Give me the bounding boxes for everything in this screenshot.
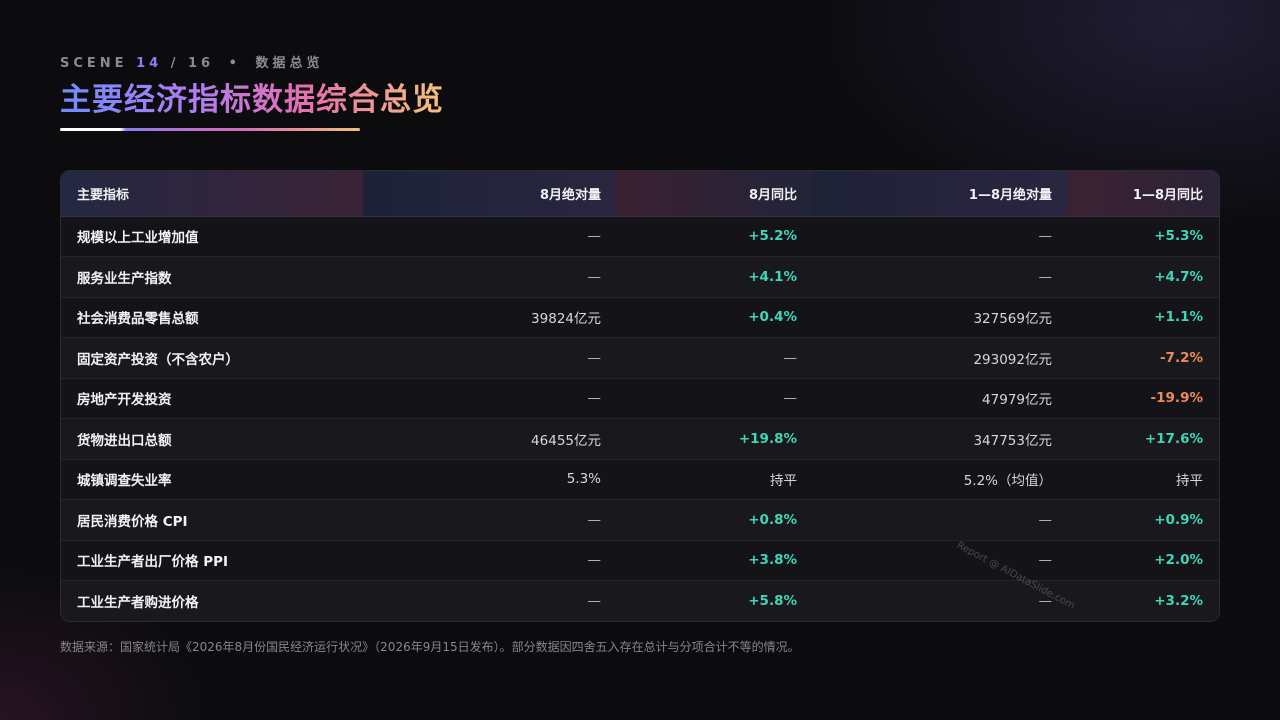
ytd-absolute-cell: 5.2%（均值） — [813, 459, 1068, 500]
indicator-name: 工业生产者出厂价格 PPI — [61, 540, 363, 581]
scene-current: 14 — [136, 56, 163, 71]
title-underline — [60, 128, 360, 131]
page-title: 主要经济指标数据综合总览 — [60, 74, 444, 119]
aug-absolute-cell: — — [363, 580, 617, 621]
aug-absolute-cell: — — [363, 378, 617, 419]
indicator-name: 工业生产者购进价格 — [61, 580, 363, 621]
aug-yoy-cell: 持平 — [617, 459, 813, 500]
aug-yoy-cell: +3.8% — [617, 540, 813, 581]
aug-absolute-cell: — — [363, 540, 617, 581]
table-row: 规模以上工业增加值 — +5.2% — +5.3% — [61, 216, 1219, 257]
data-source-note: 数据来源：国家统计局《2026年8月份国民经济运行状况》（2026年9月15日发… — [60, 640, 800, 654]
ytd-yoy-cell: -7.2% — [1068, 337, 1219, 379]
scene-label: SCENE — [60, 56, 128, 71]
indicator-name: 规模以上工业增加值 — [61, 216, 363, 257]
column-header-ytd-yoy: 1—8月同比 — [1068, 171, 1219, 217]
ytd-absolute-cell: — — [813, 499, 1068, 541]
table-row: 居民消费价格 CPI — +0.8% — +0.9% — [61, 499, 1219, 541]
ytd-absolute-cell: — — [813, 540, 1068, 581]
indicator-table: 主要指标 8月绝对量 8月同比 1—8月绝对量 1—8月同比 规模以上工业增加值… — [61, 171, 1219, 621]
indicator-name: 服务业生产指数 — [61, 256, 363, 298]
ytd-yoy-cell: +0.9% — [1068, 499, 1219, 541]
column-header-indicator: 主要指标 — [61, 171, 363, 217]
bullet-dot-icon: • — [228, 56, 241, 71]
scene-separator: / — [170, 56, 180, 71]
table-row: 房地产开发投资 — — 47979亿元 -19.9% — [61, 378, 1219, 419]
table-row: 城镇调查失业率 5.3% 持平 5.2%（均值） 持平 — [61, 459, 1219, 500]
table-row: 货物进出口总额 46455亿元 +19.8% 347753亿元 +17.6% — [61, 418, 1219, 460]
indicator-name: 居民消费价格 CPI — [61, 499, 363, 541]
aug-absolute-cell: — — [363, 216, 617, 257]
ytd-yoy-cell: 持平 — [1068, 459, 1219, 500]
indicator-table-container: 主要指标 8月绝对量 8月同比 1—8月绝对量 1—8月同比 规模以上工业增加值… — [60, 170, 1220, 622]
ytd-yoy-cell: +3.2% — [1068, 580, 1219, 621]
column-header-aug-absolute: 8月绝对量 — [363, 171, 617, 217]
aug-absolute-cell: — — [363, 256, 617, 298]
aug-yoy-cell: +4.1% — [617, 256, 813, 298]
table-row: 社会消费品零售总额 39824亿元 +0.4% 327569亿元 +1.1% — [61, 297, 1219, 338]
ytd-absolute-cell: 327569亿元 — [813, 297, 1068, 338]
scene-indicator: SCENE 14 / 16 • 数据总览 — [60, 52, 323, 71]
table-header-row: 主要指标 8月绝对量 8月同比 1—8月绝对量 1—8月同比 — [61, 171, 1219, 217]
ytd-absolute-cell: — — [813, 216, 1068, 257]
aug-absolute-cell: 46455亿元 — [363, 418, 617, 460]
ytd-yoy-cell: +1.1% — [1068, 297, 1219, 338]
ytd-yoy-cell: +17.6% — [1068, 418, 1219, 460]
aug-absolute-cell: — — [363, 337, 617, 379]
ytd-yoy-cell: -19.9% — [1068, 378, 1219, 419]
aug-yoy-cell: +5.8% — [617, 580, 813, 621]
table-row: 服务业生产指数 — +4.1% — +4.7% — [61, 256, 1219, 298]
column-header-ytd-absolute: 1—8月绝对量 — [813, 171, 1068, 217]
scene-total: 16 — [187, 56, 215, 71]
aug-absolute-cell: 5.3% — [363, 459, 617, 500]
aug-absolute-cell: 39824亿元 — [363, 297, 617, 338]
ytd-absolute-cell: 347753亿元 — [813, 418, 1068, 460]
ytd-absolute-cell: 47979亿元 — [813, 378, 1068, 419]
table-row: 工业生产者出厂价格 PPI — +3.8% — +2.0% — [61, 540, 1219, 581]
aug-yoy-cell: +0.4% — [617, 297, 813, 338]
column-header-aug-yoy: 8月同比 — [617, 171, 813, 217]
aug-yoy-cell: +19.8% — [617, 418, 813, 460]
indicator-name: 货物进出口总额 — [61, 418, 363, 460]
indicator-name: 城镇调查失业率 — [61, 459, 363, 500]
aug-absolute-cell: — — [363, 499, 617, 541]
table-row: 固定资产投资（不含农户） — — 293092亿元 -7.2% — [61, 337, 1219, 379]
ytd-yoy-cell: +5.3% — [1068, 216, 1219, 257]
ytd-absolute-cell: 293092亿元 — [813, 337, 1068, 379]
indicator-name: 房地产开发投资 — [61, 378, 363, 419]
ytd-absolute-cell: — — [813, 256, 1068, 298]
indicator-name: 固定资产投资（不含农户） — [61, 337, 363, 379]
indicator-name: 社会消费品零售总额 — [61, 297, 363, 338]
aug-yoy-cell: — — [617, 337, 813, 379]
ytd-yoy-cell: +2.0% — [1068, 540, 1219, 581]
aug-yoy-cell: — — [617, 378, 813, 419]
ytd-yoy-cell: +4.7% — [1068, 256, 1219, 298]
aug-yoy-cell: +5.2% — [617, 216, 813, 257]
aug-yoy-cell: +0.8% — [617, 499, 813, 541]
scene-section: 数据总览 — [255, 56, 324, 71]
